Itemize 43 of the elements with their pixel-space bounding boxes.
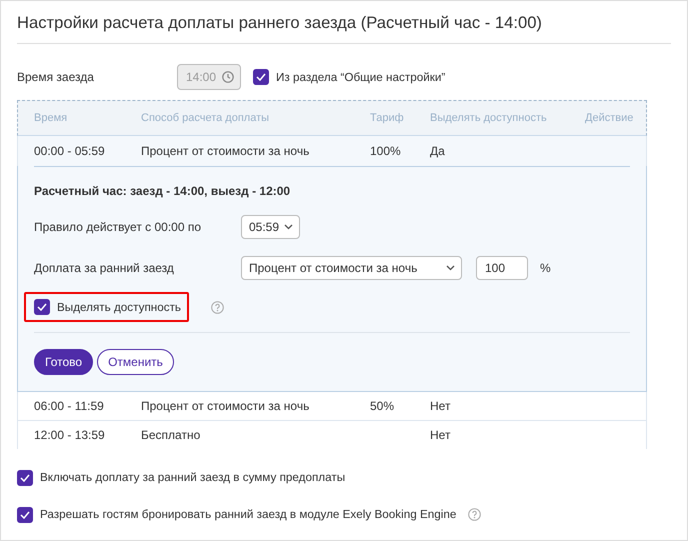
checkbox[interactable]: [17, 506, 33, 522]
page-title: Настройки расчета доплаты раннего заезда (Расчетный час - 14:00): [17, 1, 671, 44]
column-header: Время: [34, 112, 68, 124]
time-select[interactable]: 05:59: [241, 214, 300, 238]
checkbox-label: Из раздела “Общие настройки”: [276, 70, 446, 84]
done-button[interactable]: Готово: [34, 349, 94, 375]
column-header: Способ расчета доплаты: [141, 112, 270, 124]
check-icon: [20, 474, 30, 482]
check-icon: [256, 73, 266, 81]
checkbox-label: Разрешать гостям бронировать ранний заезд в модуле Exely Booking Engine: [40, 508, 456, 521]
check-icon: [37, 303, 47, 311]
table-cell-text: 12:00 - 13:59: [34, 428, 106, 442]
table-cell-text: Бесплатно: [141, 428, 202, 442]
field-label: Доплата за ранний заезд: [34, 260, 175, 274]
section-heading: Расчетный час: заезд - 14:00, выезд - 12:00: [34, 166, 630, 212]
table-row[interactable]: 12:00 - 13:59 Бесплатно Нет: [17, 421, 647, 449]
check-icon: [20, 510, 30, 518]
column-header: Выделять доступность: [430, 112, 548, 124]
cancel-button[interactable]: Отменить: [97, 349, 174, 375]
table-cell-text: Процент от стоимости за ночь: [141, 399, 310, 413]
checkbox-label: Включать доплату за ранний заезд в сумму предоплаты: [40, 471, 346, 484]
table-row[interactable]: 00:00 - 05:59 Процент от стоимости за ночь 100% Да: [17, 136, 647, 166]
checkbox[interactable]: [17, 470, 33, 486]
field-label: Время заезда: [17, 70, 95, 84]
checkbox[interactable]: [34, 299, 50, 315]
table-row[interactable]: 06:00 - 11:59 Процент от стоимости за ночь 50% Нет: [17, 392, 647, 421]
clock-icon: [222, 71, 234, 83]
column-header: Тариф: [370, 112, 405, 124]
method-select[interactable]: Процент от стоимости за ночь: [241, 256, 462, 280]
table-cell-text: 100%: [370, 144, 402, 158]
table-cell-text: Процент от стоимости за ночь: [141, 144, 310, 158]
field-label: Правило действует с 00:00 по: [34, 220, 202, 234]
caret-icon: [284, 224, 293, 230]
table-cell-text: 50%: [370, 399, 396, 413]
table-cell-text: Да: [430, 144, 446, 158]
table-cell-text: Нет: [430, 428, 452, 442]
caret-icon: [446, 264, 455, 270]
table-cell-text: 00:00 - 05:59: [34, 144, 106, 158]
checkbox-label: Выделять доступность: [57, 300, 182, 314]
table-cell-text: 06:00 - 11:59: [34, 399, 105, 413]
table-cell-text: Нет: [430, 399, 452, 413]
value-field[interactable]: 100: [476, 256, 528, 280]
unit-label: %: [540, 260, 551, 274]
